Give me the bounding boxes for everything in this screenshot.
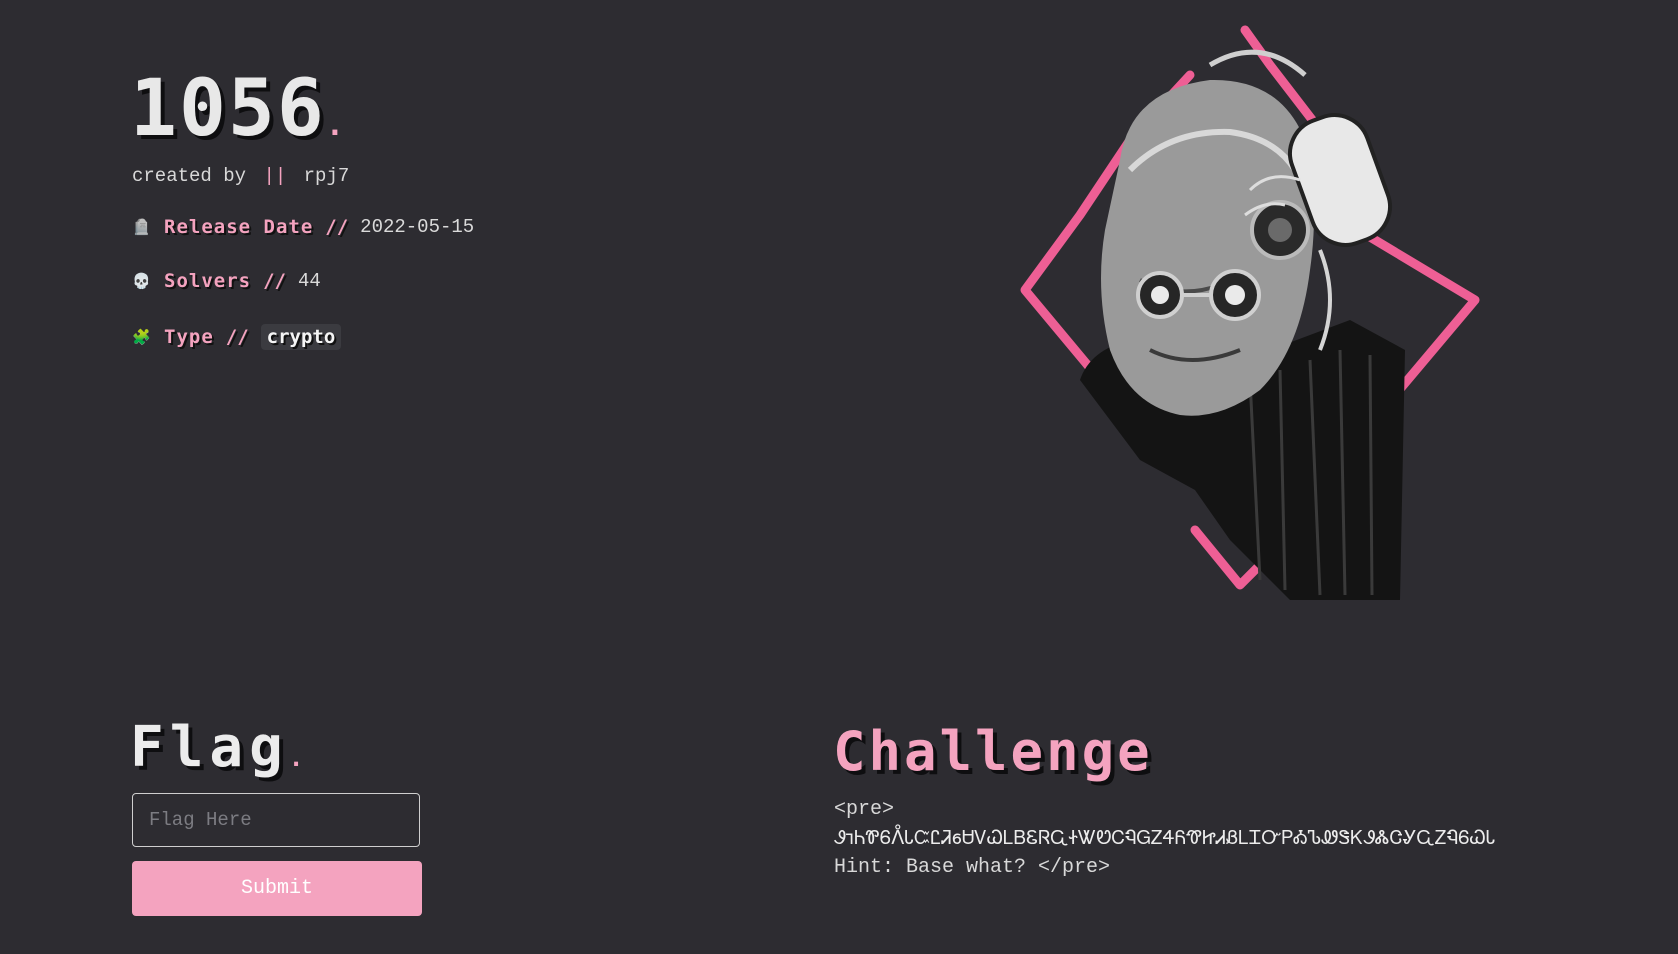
solvers-separator: // — [263, 270, 286, 292]
flag-heading-dot: . — [288, 744, 304, 772]
release-date-label: Release Date — [164, 216, 314, 238]
flag-heading-text: Flag — [130, 715, 289, 780]
release-date-separator: // — [325, 216, 349, 238]
flag-input[interactable] — [132, 793, 420, 847]
solvers-row: 💀 Solvers // 44 — [132, 270, 321, 292]
type-separator: // — [225, 326, 249, 348]
puzzle-icon: 🧩 — [132, 328, 151, 346]
type-row: 🧩 Type // crypto — [132, 324, 342, 350]
title-text: 1056 — [130, 64, 326, 154]
author-line: created by || rpj7 — [132, 165, 349, 187]
cipher-text: Ꮽ𐐹ᏂᏈᏮᐰᏓᏨᏝᏘ𐑆ᏌᏙᏇᏞᏴᏋᏒᏩᏐᏔᏬᏟᏄᏀᏃᏎᏲᏡᏥᏗᏰᏞᏆᏅᏢᎣᏖᏪᏕ… — [834, 827, 1496, 849]
author-separator: || — [263, 165, 287, 187]
pre-open-tag: <pre> — [834, 798, 895, 821]
submit-button[interactable]: Submit — [132, 861, 422, 916]
cyborg-portrait-svg — [1020, 25, 1480, 600]
flag-heading: Flag. — [130, 720, 303, 776]
page-title: 1056. — [130, 70, 346, 148]
challenge-description: <pre> Ꮽ𐐹ᏂᏈᏮᐰᏓᏨᏝᏘ𐑆ᏌᏙᏇᏞᏴᏋᏒᏩᏐᏔᏬᏟᏄᏀᏃᏎᏲᏡᏥᏗᏰᏞᏆ… — [834, 795, 1614, 882]
type-label: Type — [164, 326, 214, 348]
author-name: rpj7 — [303, 165, 350, 187]
created-by-label: created by — [132, 165, 247, 187]
solvers-label: Solvers — [164, 270, 252, 292]
tombstone-icon: 🪦 — [132, 218, 151, 236]
solvers-value: 44 — [297, 270, 321, 292]
hint-line: Hint: Base what? </pre> — [834, 856, 1111, 879]
title-dot: . — [325, 108, 346, 143]
cyborg-portrait-image — [1020, 20, 1480, 610]
challenge-heading: Challenge — [833, 720, 1153, 783]
release-date-row: 🪦 Release Date // 2022-05-15 — [132, 216, 474, 238]
challenge-page: 1056. created by || rpj7 🪦 Release Date … — [0, 0, 1678, 954]
skull-icon: 💀 — [132, 272, 151, 290]
release-date-value: 2022-05-15 — [360, 216, 475, 238]
type-badge: crypto — [260, 324, 342, 350]
